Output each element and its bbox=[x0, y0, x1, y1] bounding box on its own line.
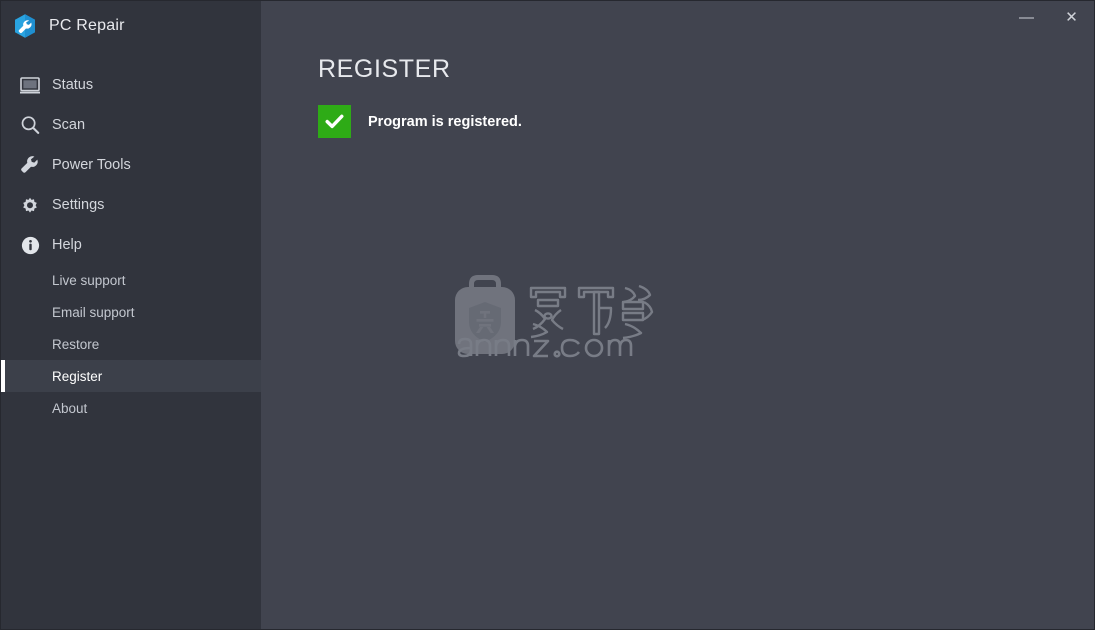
magnifier-icon bbox=[17, 112, 43, 138]
sidebar-item-scan[interactable]: Scan bbox=[1, 105, 261, 145]
gear-icon bbox=[17, 192, 43, 218]
main-content: REGISTER Program is registered. bbox=[262, 1, 1094, 629]
status-text: Program is registered. bbox=[368, 113, 522, 130]
sidebar: PC Repair Status Scan Power Tools Settin… bbox=[1, 1, 261, 629]
sidebar-subitem-register[interactable]: Register bbox=[1, 360, 261, 392]
sidebar-subitem-label: Email support bbox=[52, 304, 135, 320]
close-icon: ✕ bbox=[1065, 8, 1078, 26]
page-title: REGISTER bbox=[318, 55, 451, 83]
wrench-hexagon-logo-icon bbox=[15, 14, 35, 38]
minimize-button[interactable]: — bbox=[1004, 1, 1049, 33]
watermark bbox=[439, 264, 659, 364]
bag-shield-icon bbox=[455, 275, 515, 354]
sidebar-item-power-tools[interactable]: Power Tools bbox=[1, 145, 261, 185]
sidebar-item-status[interactable]: Status bbox=[1, 65, 261, 105]
sidebar-item-label: Power Tools bbox=[52, 157, 131, 173]
sidebar-subitem-email-support[interactable]: Email support bbox=[1, 296, 261, 328]
sidebar-item-label: Scan bbox=[52, 117, 86, 133]
close-button[interactable]: ✕ bbox=[1049, 1, 1094, 33]
minimize-icon: — bbox=[1019, 8, 1034, 26]
sidebar-subitem-label: About bbox=[52, 400, 88, 416]
registration-status-row: Program is registered. bbox=[318, 105, 522, 138]
app-title: PC Repair bbox=[49, 17, 125, 34]
check-icon bbox=[325, 114, 344, 129]
wrench-icon bbox=[17, 152, 43, 178]
window-controls: — ✕ bbox=[1004, 1, 1094, 33]
sidebar-subitem-label: Register bbox=[52, 368, 103, 384]
sidebar-subitem-label: Live support bbox=[52, 272, 126, 288]
info-circle-icon bbox=[17, 232, 43, 258]
sidebar-item-settings[interactable]: Settings bbox=[1, 185, 261, 225]
cn-watermark-text bbox=[529, 284, 654, 340]
sidebar-subitem-restore[interactable]: Restore bbox=[1, 328, 261, 360]
sidebar-item-label: Status bbox=[52, 77, 94, 93]
monitor-icon bbox=[17, 72, 43, 98]
site-watermark-text bbox=[457, 337, 633, 358]
sidebar-subitem-live-support[interactable]: Live support bbox=[1, 264, 261, 296]
sidebar-item-label: Help bbox=[52, 237, 82, 253]
brand-header: PC Repair bbox=[1, 1, 261, 51]
sidebar-subitem-about[interactable]: About bbox=[1, 392, 261, 424]
sidebar-subitem-label: Restore bbox=[52, 336, 100, 352]
sidebar-item-label: Settings bbox=[52, 197, 105, 213]
sidebar-item-help[interactable]: Help bbox=[1, 225, 261, 265]
app-window: PC Repair Status Scan Power Tools Settin… bbox=[0, 0, 1095, 630]
status-badge bbox=[318, 105, 351, 138]
